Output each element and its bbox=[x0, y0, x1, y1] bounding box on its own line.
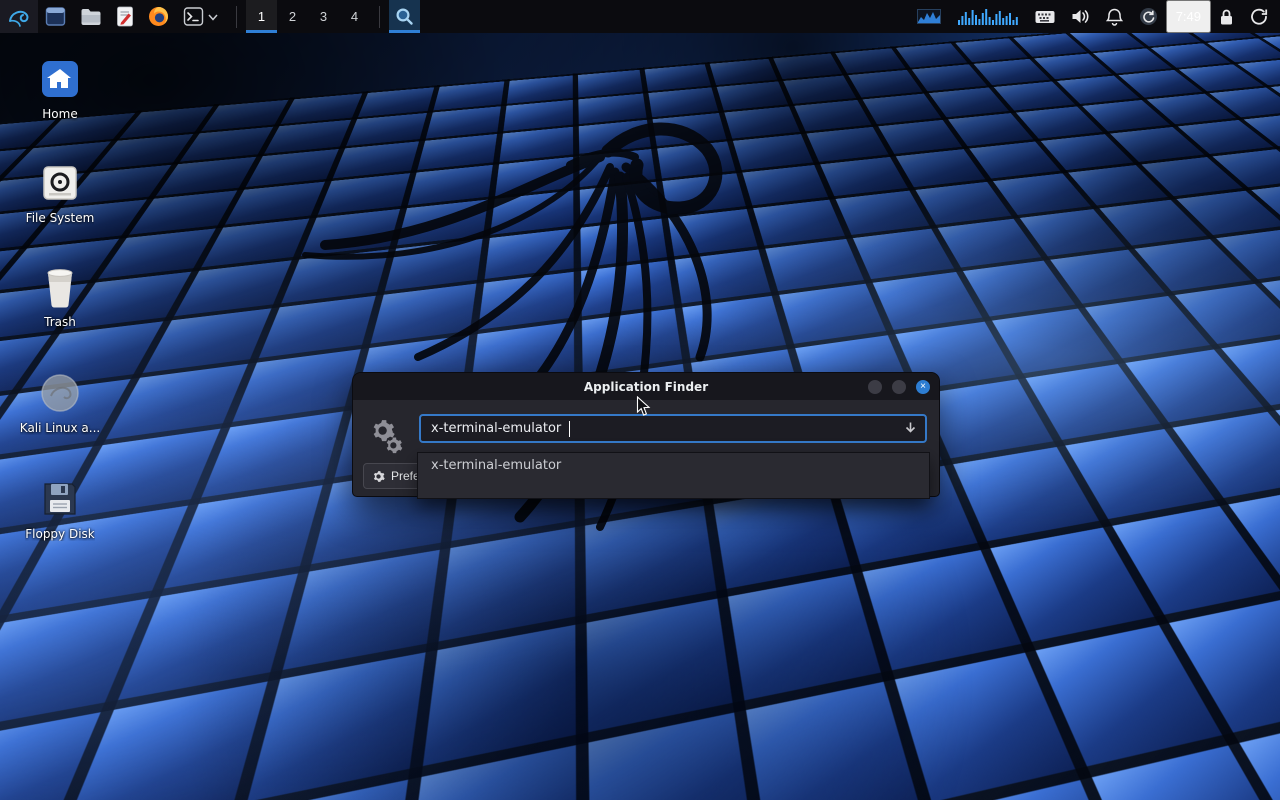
trash-icon bbox=[40, 265, 80, 309]
notifications-icon bbox=[1106, 8, 1123, 26]
clock-text: 7:49 bbox=[1176, 9, 1201, 24]
window-title: Application Finder bbox=[353, 380, 939, 394]
desktop-icon-label: Home bbox=[42, 107, 77, 121]
audio-spectrum-plugin[interactable] bbox=[949, 0, 1027, 33]
volume-plugin[interactable] bbox=[1063, 0, 1098, 33]
kali-docs-icon bbox=[39, 372, 81, 414]
mouse-cursor bbox=[636, 396, 651, 417]
keyboard-layout-plugin[interactable] bbox=[1027, 0, 1063, 33]
chevron-down-icon bbox=[208, 13, 218, 21]
workspace-label: 3 bbox=[320, 9, 327, 24]
launcher-window-manager[interactable] bbox=[38, 0, 73, 33]
close-button[interactable]: × bbox=[916, 380, 930, 394]
workspace-label: 1 bbox=[258, 9, 265, 24]
application-finder-taskbar-button[interactable] bbox=[389, 0, 420, 33]
firefox-icon bbox=[148, 6, 169, 27]
cpu-graph-plugin[interactable] bbox=[909, 0, 949, 33]
filesystem-icon bbox=[39, 162, 81, 204]
close-icon: × bbox=[920, 382, 926, 392]
desktop-icon-label: Trash bbox=[44, 315, 76, 329]
panel-separator bbox=[236, 6, 237, 28]
lock-icon bbox=[1219, 8, 1234, 26]
window-manager-icon bbox=[45, 6, 66, 27]
floppy-icon bbox=[39, 478, 81, 520]
launcher-file-manager[interactable] bbox=[73, 0, 109, 33]
volume-icon bbox=[1071, 8, 1090, 25]
text-caret bbox=[569, 421, 570, 437]
completion-item[interactable]: x-terminal-emulator bbox=[418, 453, 929, 478]
desktop-icon-label: File System bbox=[26, 211, 95, 225]
desktop-icon-trash[interactable]: Trash bbox=[8, 264, 112, 329]
audio-spectrum-icon bbox=[957, 8, 1019, 25]
launcher-firefox[interactable] bbox=[141, 0, 176, 33]
workspace-button-4[interactable]: 4 bbox=[339, 0, 370, 33]
session-logout-plugin[interactable] bbox=[1242, 0, 1280, 33]
updates-icon bbox=[1139, 7, 1158, 26]
clock[interactable]: 7:49 bbox=[1166, 0, 1211, 33]
kali-logo-icon bbox=[7, 6, 31, 28]
home-icon bbox=[39, 58, 81, 100]
terminal-icon bbox=[183, 6, 204, 27]
desktop-icon-floppy[interactable]: Floppy Disk bbox=[8, 476, 112, 541]
desktop-icon-label: Floppy Disk bbox=[25, 527, 95, 541]
cpu-graph-icon bbox=[917, 9, 941, 24]
launcher-text-editor[interactable] bbox=[109, 0, 141, 33]
applications-menu-button[interactable] bbox=[0, 0, 38, 33]
updates-plugin[interactable] bbox=[1131, 0, 1166, 33]
combo-dropdown-arrow-icon[interactable] bbox=[903, 420, 918, 435]
search-input-value: x-terminal-emulator bbox=[431, 421, 561, 436]
text-editor-icon bbox=[116, 6, 134, 27]
logout-icon bbox=[1250, 8, 1268, 26]
gear-icon bbox=[372, 470, 385, 483]
top-panel: 1 2 3 4 bbox=[0, 0, 1280, 33]
desktop-icon-kali-docs[interactable]: Kali Linux a... bbox=[8, 370, 112, 435]
notifications-plugin[interactable] bbox=[1098, 0, 1131, 33]
desktop-icon-home[interactable]: Home bbox=[8, 56, 112, 121]
workspace-button-1[interactable]: 1 bbox=[246, 0, 277, 33]
magnifier-icon bbox=[395, 7, 414, 26]
workspace-button-2[interactable]: 2 bbox=[277, 0, 308, 33]
application-finder-gears-icon bbox=[366, 416, 412, 462]
completion-popup: x-terminal-emulator bbox=[417, 452, 930, 499]
launcher-terminal[interactable] bbox=[176, 0, 227, 33]
search-input[interactable]: x-terminal-emulator bbox=[419, 414, 927, 443]
workspace-button-3[interactable]: 3 bbox=[308, 0, 339, 33]
panel-separator bbox=[379, 6, 380, 28]
minimize-button[interactable] bbox=[868, 380, 882, 394]
desktop-icon-filesystem[interactable]: File System bbox=[8, 160, 112, 225]
workspace-label: 4 bbox=[351, 9, 358, 24]
desktop-icon-label: Kali Linux a... bbox=[20, 421, 100, 435]
maximize-button[interactable] bbox=[892, 380, 906, 394]
workspace-label: 2 bbox=[289, 9, 296, 24]
file-manager-icon bbox=[80, 7, 102, 27]
screen-lock-plugin[interactable] bbox=[1211, 0, 1242, 33]
desktop-root: 1 2 3 4 bbox=[0, 0, 1280, 800]
keyboard-icon bbox=[1035, 10, 1055, 24]
